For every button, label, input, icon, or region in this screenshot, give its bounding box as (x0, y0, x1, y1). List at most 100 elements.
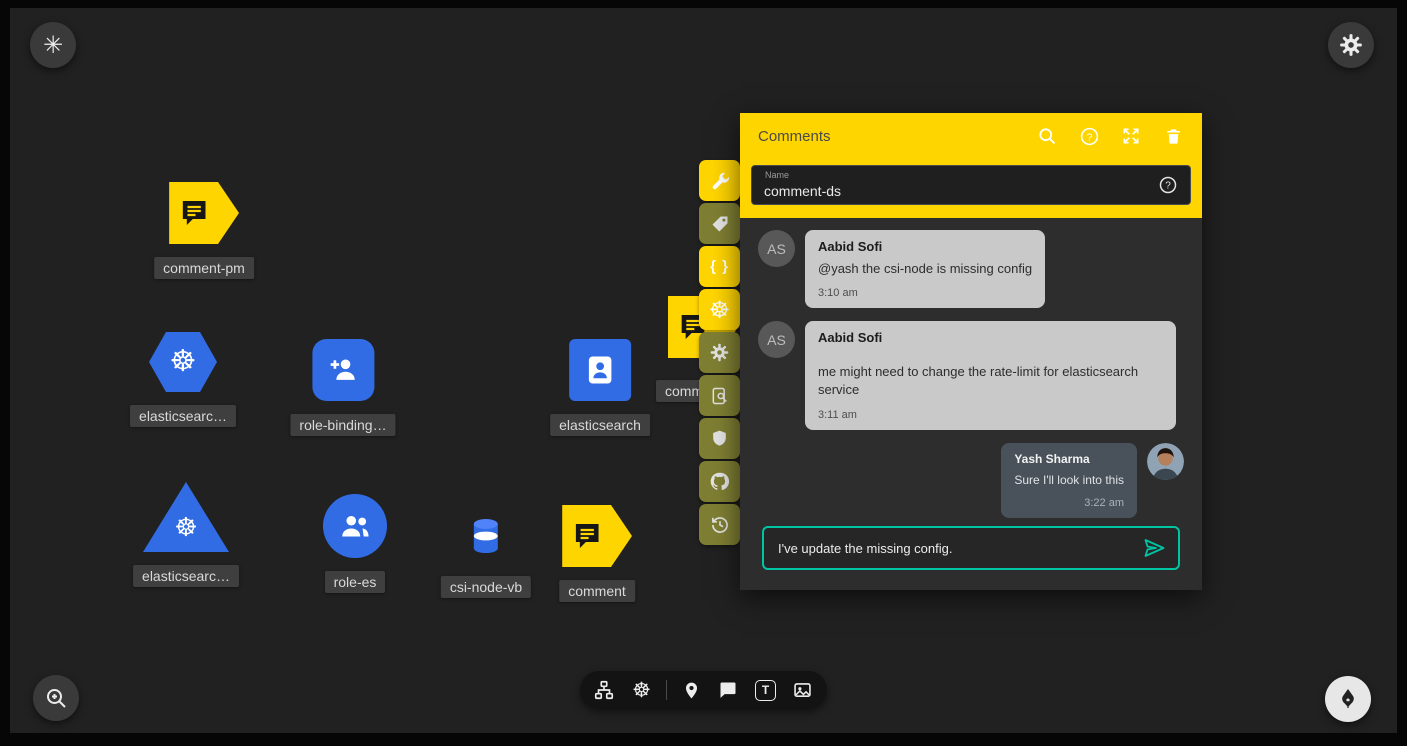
message-time: 3:11 am (818, 409, 1163, 421)
message-list[interactable]: AS Aabid Sofi @yash the csi-node is miss… (740, 218, 1202, 518)
chat-message: AS Aabid Sofi @yash the csi-node is miss… (758, 230, 1184, 308)
node-action-kubernetes[interactable]: ☸ (699, 289, 740, 330)
square-shape (569, 339, 631, 401)
tag-pentagon-shape (562, 505, 632, 567)
expand-button[interactable] (1120, 125, 1142, 147)
gear-icon (1338, 32, 1364, 58)
comment-input[interactable] (770, 541, 1142, 556)
users-icon (337, 508, 373, 544)
name-help-button[interactable]: ? (1158, 175, 1178, 195)
chat-message: Yash Sharma Sure I'll look into this 3:2… (758, 443, 1184, 518)
kubernetes-icon: ☸ (709, 298, 731, 322)
message-text: @yash the csi-node is missing config (818, 260, 1032, 278)
storage-icon (471, 518, 501, 554)
help-icon: ? (1079, 126, 1100, 147)
node-label: comment (559, 580, 635, 602)
wrench-icon (709, 170, 731, 192)
message-time: 3:22 am (1014, 497, 1124, 509)
message-bubble: Aabid Sofi me might need to change the r… (805, 321, 1176, 429)
message-author: Aabid Sofi (818, 330, 1163, 345)
node-comment-pm[interactable]: comment-pm (154, 182, 254, 279)
composer[interactable] (762, 526, 1180, 570)
gear-icon (709, 342, 730, 363)
message-time: 3:10 am (818, 287, 1032, 299)
name-section: Name ? (740, 159, 1202, 218)
send-button[interactable] (1142, 536, 1166, 560)
message-bubble: Aabid Sofi @yash the csi-node is missing… (805, 230, 1045, 308)
message-bubble: Yash Sharma Sure I'll look into this 3:2… (1001, 443, 1137, 518)
node-role-binding[interactable]: role-binding… (290, 339, 395, 436)
name-field[interactable]: Name ? (751, 165, 1191, 205)
comment-icon (718, 680, 738, 700)
hexagon-shape: ☸ (149, 332, 217, 392)
zoom-button[interactable] (33, 675, 79, 721)
node-elasticsearch-hexagon[interactable]: ☸ elasticsearc… (130, 332, 236, 427)
circle-shape (323, 494, 387, 558)
help-button[interactable]: ? (1078, 125, 1100, 147)
node-comment[interactable]: comment (559, 505, 635, 602)
comments-panel: Comments ? (740, 113, 1202, 590)
node-label: role-es (325, 571, 386, 593)
comment-icon (571, 520, 603, 552)
node-action-inspect[interactable] (699, 375, 740, 416)
zoom-in-icon (44, 686, 68, 710)
image-tool[interactable] (790, 677, 816, 703)
node-action-settings[interactable] (699, 332, 740, 373)
node-csi-node-vb[interactable]: csi-node-vb (441, 518, 531, 598)
help-icon: ? (1158, 175, 1178, 195)
app-menu-button[interactable]: ✳ (30, 22, 76, 68)
search-button[interactable] (1036, 125, 1058, 147)
name-field-label: Name (765, 170, 789, 180)
node-action-configure[interactable] (699, 160, 740, 201)
node-label: elasticsearc… (133, 565, 239, 587)
node-label: elasticsearch (550, 414, 650, 436)
node-action-history[interactable] (699, 504, 740, 545)
avatar: AS (758, 321, 795, 358)
node-elasticsearch[interactable]: elasticsearch (550, 339, 650, 436)
avatar-initials: AS (767, 241, 786, 257)
svg-text:?: ? (1086, 131, 1092, 143)
node-action-label[interactable] (699, 203, 740, 244)
node-action-security[interactable] (699, 418, 740, 459)
expand-icon (1121, 126, 1141, 146)
node-action-json[interactable]: { } (699, 246, 740, 287)
profile-photo (1147, 443, 1184, 480)
comment-icon (178, 197, 210, 229)
settings-button[interactable] (1328, 22, 1374, 68)
node-action-github[interactable] (699, 461, 740, 502)
panel-title: Comments (758, 128, 1016, 145)
trash-icon (1164, 127, 1183, 146)
chat-message: AS Aabid Sofi me might need to change th… (758, 321, 1184, 429)
kubernetes-icon: ☸ (632, 680, 651, 701)
cylinder-shape (471, 518, 501, 554)
message-author: Yash Sharma (1014, 452, 1124, 466)
send-icon (1142, 536, 1166, 560)
name-input[interactable] (764, 171, 1158, 199)
pin-tool[interactable] (678, 677, 704, 703)
node-elasticsearch-triangle[interactable]: ☸ elasticsearc… (133, 482, 239, 587)
github-icon (709, 471, 730, 492)
avatar-initials: AS (767, 332, 786, 348)
triangle-shape: ☸ (143, 482, 229, 552)
comment-tool[interactable] (715, 677, 741, 703)
flower-icon: ✳ (43, 33, 63, 57)
rounded-square-shape (312, 339, 374, 401)
kubernetes-tool[interactable]: ☸ (629, 677, 655, 703)
flowchart-tool[interactable] (591, 677, 617, 703)
pen-tool-button[interactable] (1325, 676, 1371, 722)
node-label: csi-node-vb (441, 576, 531, 598)
message-text: Sure I'll look into this (1014, 472, 1124, 489)
node-label: elasticsearc… (130, 405, 236, 427)
flowchart-icon (593, 679, 615, 701)
avatar: AS (758, 230, 795, 267)
braces-icon: { } (710, 258, 729, 275)
text-tool[interactable]: T (753, 677, 779, 703)
yash-avatar (1147, 443, 1184, 480)
pin-icon (682, 681, 701, 700)
node-role-es[interactable]: role-es (323, 494, 387, 593)
image-icon (792, 680, 813, 701)
delete-button[interactable] (1162, 125, 1184, 147)
canvas-toolbar: ☸ T (580, 671, 827, 709)
text-tool-icon: T (755, 680, 776, 701)
toolbar-divider (666, 680, 667, 700)
